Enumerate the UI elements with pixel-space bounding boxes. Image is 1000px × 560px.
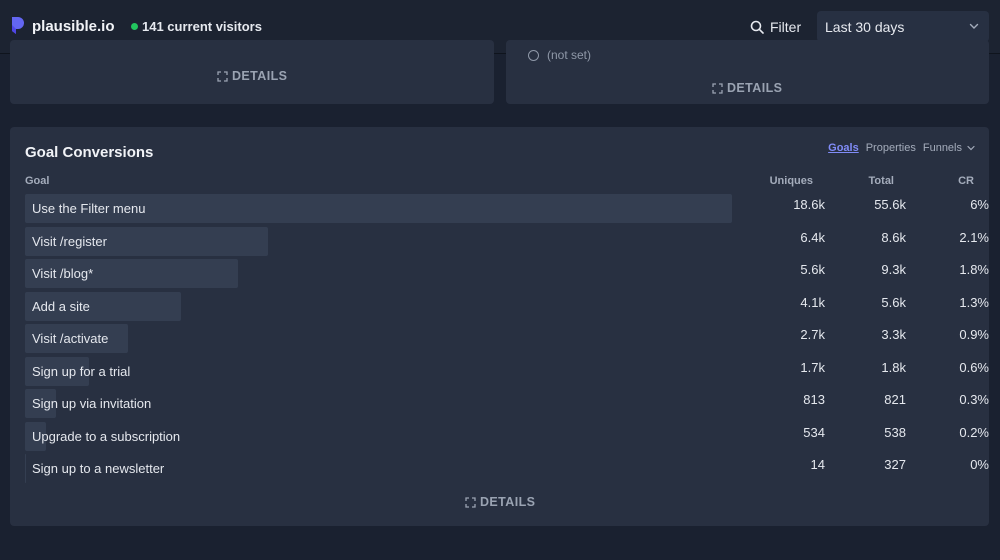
- filter-button[interactable]: Filter: [750, 17, 801, 37]
- details-button[interactable]: DETAILS: [465, 495, 535, 509]
- chevron-down-icon[interactable]: [967, 144, 975, 152]
- goal-name[interactable]: Use the Filter menu: [32, 201, 145, 216]
- table-row[interactable]: Sign up to a newsletter 14 327 0%: [25, 454, 989, 483]
- tab-funnels[interactable]: Funnels: [923, 142, 962, 154]
- list-item-label: (not set): [547, 48, 592, 62]
- total-value: 821: [884, 392, 906, 407]
- column-header-total[interactable]: Total: [869, 175, 894, 187]
- top-right-card: (not set) DETAILS: [506, 40, 989, 104]
- total-value: 8.6k: [881, 229, 906, 245]
- uniques-value: 5.6k: [800, 262, 825, 277]
- details-label: DETAILS: [480, 495, 536, 509]
- goal-name[interactable]: Add a site: [32, 299, 90, 314]
- uniques-value: 1.7k: [800, 359, 825, 375]
- expand-icon: [465, 496, 476, 508]
- expand-icon: [712, 82, 723, 94]
- goal-name[interactable]: Visit /blog*: [32, 266, 93, 281]
- total-value: 327: [884, 457, 906, 472]
- total-value: 1.8k: [881, 359, 906, 375]
- uniques-value: 4.1k: [800, 294, 825, 310]
- chevron-down-icon: [969, 23, 979, 29]
- cr-value: 0.6%: [959, 359, 989, 375]
- uniques-value: 534: [803, 424, 825, 440]
- card-tabs: Goals Properties Funnels: [828, 142, 975, 154]
- search-icon: [750, 20, 764, 34]
- top-left-card: DETAILS: [10, 40, 494, 104]
- uniques-value: 2.7k: [800, 327, 825, 342]
- details-button[interactable]: DETAILS: [217, 69, 287, 83]
- goal-conversions-card: Goal Conversions Goals Properties Funnel…: [10, 127, 989, 526]
- table-row[interactable]: Sign up via invitation 813 821 0.3%: [25, 389, 989, 418]
- cr-value: 1.3%: [959, 294, 989, 310]
- cr-value: 0.2%: [959, 424, 989, 440]
- globe-icon: [528, 49, 539, 61]
- goal-name[interactable]: Sign up for a trial: [32, 364, 130, 379]
- cr-value: 1.8%: [959, 262, 989, 277]
- uniques-value: 6.4k: [800, 229, 825, 245]
- list-item[interactable]: (not set): [528, 48, 591, 62]
- date-range-select[interactable]: Last 30 days: [817, 11, 989, 42]
- column-header-cr[interactable]: CR: [958, 175, 974, 187]
- column-header-goal: Goal: [25, 175, 50, 187]
- cr-value: 2.1%: [959, 229, 989, 245]
- plausible-logo-icon[interactable]: [11, 17, 24, 34]
- total-value: 55.6k: [874, 197, 906, 212]
- cr-value: 0%: [970, 457, 989, 472]
- live-indicator-icon: [131, 23, 138, 30]
- table-row[interactable]: Use the Filter menu 18.6k 55.6k 6%: [25, 194, 989, 223]
- details-label: DETAILS: [727, 81, 783, 95]
- table-row[interactable]: Upgrade to a subscription 534 538 0.2%: [25, 421, 989, 451]
- goal-name[interactable]: Sign up to a newsletter: [32, 461, 164, 476]
- uniques-value: 14: [810, 457, 825, 472]
- table-row[interactable]: Visit /blog* 5.6k 9.3k 1.8%: [25, 259, 989, 288]
- goal-name[interactable]: Visit /activate: [32, 331, 108, 346]
- column-header-uniques[interactable]: Uniques: [770, 175, 813, 187]
- cr-value: 6%: [970, 197, 989, 212]
- goal-name[interactable]: Sign up via invitation: [32, 396, 151, 411]
- total-value: 9.3k: [881, 262, 906, 277]
- filter-label: Filter: [770, 19, 802, 35]
- uniques-value: 18.6k: [793, 197, 825, 212]
- details-button[interactable]: DETAILS: [712, 81, 782, 95]
- cr-value: 0.9%: [959, 327, 989, 342]
- tab-goals[interactable]: Goals: [828, 142, 859, 154]
- details-label: DETAILS: [232, 69, 288, 83]
- goal-name[interactable]: Upgrade to a subscription: [32, 429, 180, 444]
- uniques-value: 813: [803, 392, 825, 407]
- table-row[interactable]: Visit /activate 2.7k 3.3k 0.9%: [25, 324, 989, 353]
- table-row[interactable]: Visit /register 6.4k 8.6k 2.1%: [25, 226, 989, 256]
- table-row[interactable]: Sign up for a trial 1.7k 1.8k 0.6%: [25, 356, 989, 386]
- total-value: 3.3k: [881, 327, 906, 342]
- goal-name[interactable]: Visit /register: [32, 234, 107, 249]
- tab-properties[interactable]: Properties: [866, 142, 916, 154]
- card-title: Goal Conversions: [25, 144, 154, 161]
- total-value: 5.6k: [881, 294, 906, 310]
- cr-value: 0.3%: [959, 392, 989, 407]
- site-name[interactable]: plausible.io: [32, 18, 115, 35]
- expand-icon: [217, 70, 228, 82]
- total-value: 538: [884, 424, 906, 440]
- date-range-value: Last 30 days: [825, 18, 905, 35]
- table-row[interactable]: Add a site 4.1k 5.6k 1.3%: [25, 291, 989, 321]
- current-visitors[interactable]: 141 current visitors: [142, 19, 262, 34]
- row-bar: [25, 454, 26, 483]
